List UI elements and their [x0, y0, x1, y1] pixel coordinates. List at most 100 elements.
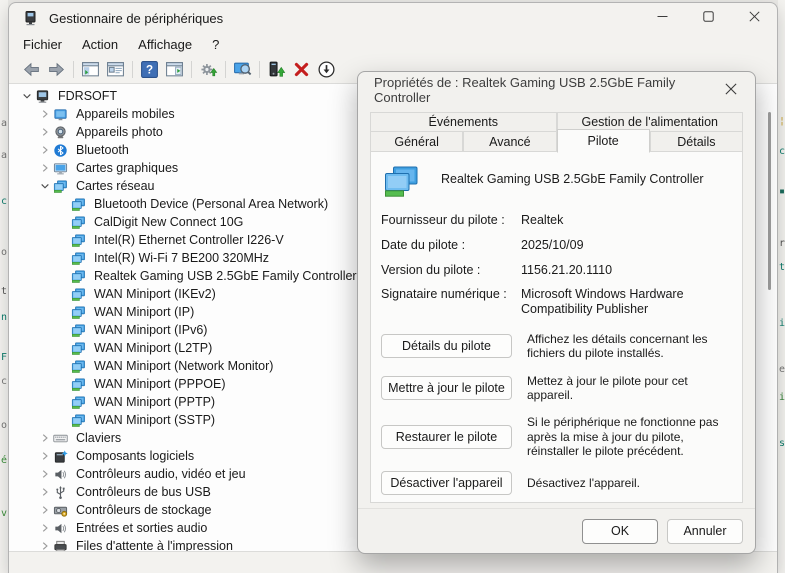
tab-general[interactable]: Général [370, 131, 463, 152]
tree-item-label: Contrôleurs de bus USB [76, 485, 211, 499]
field-label: Signataire numérique : [381, 287, 521, 317]
gear-update-button[interactable] [196, 58, 221, 81]
usb-icon [53, 484, 70, 500]
disable-icon [317, 60, 336, 79]
chevron-spacer [55, 268, 71, 284]
svg-text:?: ? [146, 64, 153, 77]
tree-item-label: Claviers [76, 431, 121, 445]
dialog-footer: OK Annuler [358, 508, 755, 553]
tree-item-label: WAN Miniport (IP) [94, 305, 194, 319]
background-text-fragment: F [1, 352, 7, 363]
chevron-right-icon[interactable] [37, 538, 53, 552]
tree-item-label: WAN Miniport (PPPOE) [94, 377, 226, 391]
chevron-right-icon[interactable] [37, 160, 53, 176]
chevron-right-icon[interactable] [37, 124, 53, 140]
chevron-right-icon[interactable] [37, 466, 53, 482]
network-icon [71, 232, 88, 248]
driver-tab-page: Realtek Gaming USB 2.5GbE Family Control… [370, 151, 743, 503]
toolbar-separator [259, 61, 260, 78]
menu-help[interactable]: ? [202, 35, 229, 54]
uninstall-button[interactable] [289, 58, 314, 81]
gear-update-icon [199, 60, 218, 79]
tree-scrollbar-thumb[interactable] [768, 112, 771, 290]
chevron-spacer [55, 322, 71, 338]
mettre-a-jour-le-pilote-button[interactable]: Mettre à jour le pilote [381, 376, 512, 400]
network-icon [71, 394, 88, 410]
properties-dialog: Propriétés de : Realtek Gaming USB 2.5Gb… [357, 71, 756, 554]
network-icon [71, 250, 88, 266]
dialog-close-button[interactable] [717, 76, 745, 104]
background-window-right-sliver: ¦c▪rtieis [778, 0, 785, 573]
driver-field-row: Signataire numérique :Microsoft Windows … [381, 287, 734, 317]
desactiver-l-appareil-button[interactable]: Désactiver l'appareil [381, 471, 512, 495]
field-value: Microsoft Windows Hardware Compatibility… [521, 287, 734, 317]
network-icon [53, 178, 70, 194]
background-window-left-sliver: aacotnFcoév [0, 0, 8, 573]
chevron-down-icon[interactable] [19, 88, 35, 104]
help-button[interactable]: ? [137, 58, 162, 81]
toolbar-separator [225, 61, 226, 78]
maximize-button[interactable] [685, 3, 731, 33]
tree-item-label: Intel(R) Ethernet Controller I226-V [94, 233, 284, 247]
back-button[interactable] [19, 58, 44, 81]
driver-update-button[interactable] [264, 58, 289, 81]
background-text-fragment: ¦ [779, 116, 785, 127]
tab-pilote[interactable]: Pilote [557, 129, 650, 153]
background-text-fragment: t [779, 262, 785, 273]
menu-action[interactable]: Action [72, 35, 128, 54]
chevron-right-icon[interactable] [37, 142, 53, 158]
menu-affichage[interactable]: Affichage [128, 35, 202, 54]
action-pane-button[interactable] [162, 58, 187, 81]
properties-button[interactable] [103, 58, 128, 81]
chevron-right-icon[interactable] [37, 106, 53, 122]
background-text-fragment: o [1, 247, 7, 258]
audio-icon [53, 520, 70, 536]
software-icon [53, 448, 70, 464]
tab-avance[interactable]: Avancé [463, 131, 556, 152]
minimize-button[interactable] [639, 3, 685, 33]
chevron-right-icon[interactable] [37, 502, 53, 518]
details-du-pilote-button[interactable]: Détails du pilote [381, 334, 512, 358]
chevron-spacer [55, 214, 71, 230]
tree-item-label: Entrées et sorties audio [76, 521, 207, 535]
field-label: Date du pilote : [381, 238, 521, 253]
background-text-fragment: a [1, 118, 7, 129]
title-bar: Gestionnaire de périphériques [9, 3, 777, 33]
toolbar-separator [132, 61, 133, 78]
driver-field-row: Date du pilote :2025/10/09 [381, 238, 734, 253]
console-tree-button[interactable] [78, 58, 103, 81]
toolbar-separator [191, 61, 192, 78]
forward-button[interactable] [44, 58, 69, 81]
chevron-spacer [55, 358, 71, 374]
chevron-right-icon[interactable] [37, 430, 53, 446]
driver-action-row: Détails du piloteAffichez les détails co… [381, 332, 734, 361]
close-button[interactable] [731, 3, 777, 33]
tab-evenements[interactable]: Événements [370, 112, 557, 131]
tree-item-label: Realtek Gaming USB 2.5GbE Family Control… [94, 269, 357, 283]
cancel-button[interactable]: Annuler [667, 519, 743, 544]
background-text-fragment: o [1, 420, 7, 431]
close-icon [725, 83, 737, 98]
background-text-fragment: e [779, 364, 785, 375]
disable-button[interactable] [314, 58, 339, 81]
network-icon [71, 322, 88, 338]
action-description: Si le périphérique ne fonctionne pas apr… [527, 415, 734, 458]
background-text-fragment: n [1, 312, 7, 323]
restaurer-le-pilote-button[interactable]: Restaurer le pilote [381, 425, 512, 449]
chevron-down-icon[interactable] [37, 178, 53, 194]
network-icon [71, 304, 88, 320]
menu-fichier[interactable]: Fichier [13, 35, 72, 54]
tree-item-label: Bluetooth [76, 143, 129, 157]
chevron-right-icon[interactable] [37, 484, 53, 500]
scan-computer-button[interactable] [230, 58, 255, 81]
dialog-title: Propriétés de : Realtek Gaming USB 2.5Gb… [374, 75, 717, 105]
background-text-fragment: s [779, 438, 785, 449]
tree-item-label: Bluetooth Device (Personal Area Network) [94, 197, 328, 211]
chevron-right-icon[interactable] [37, 520, 53, 536]
ok-button[interactable]: OK [582, 519, 658, 544]
field-value: Realtek [521, 213, 734, 228]
tree-item-label: Composants logiciels [76, 449, 194, 463]
tab-details[interactable]: Détails [650, 131, 743, 152]
chevron-right-icon[interactable] [37, 448, 53, 464]
tree-item-label: Appareils photo [76, 125, 163, 139]
